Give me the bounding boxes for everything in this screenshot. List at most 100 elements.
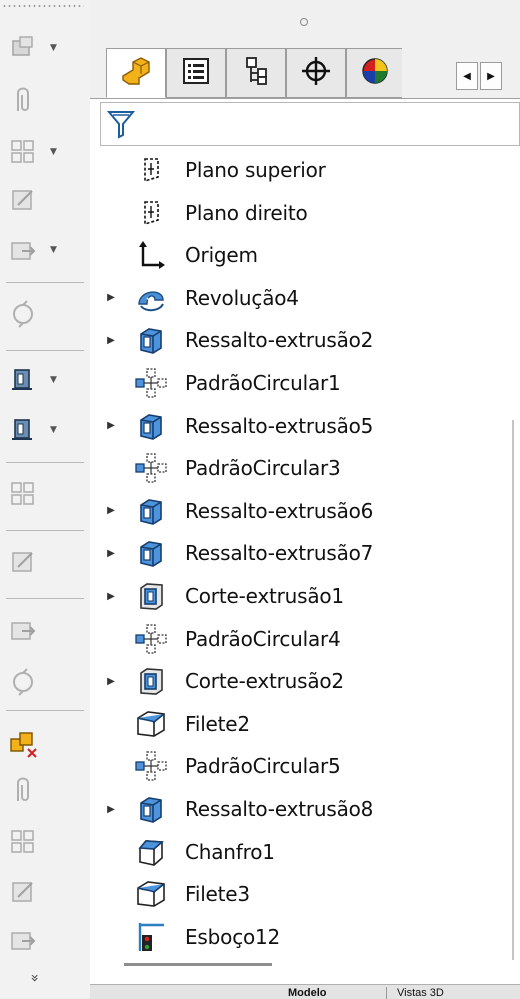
- tab-scroll-right-button[interactable]: ▶: [480, 62, 502, 90]
- fillet-icon: [134, 707, 168, 741]
- view-orientation-button[interactable]: [6, 922, 66, 958]
- fillet-icon: [134, 877, 168, 911]
- dropdown-arrow-icon[interactable]: ▼: [50, 43, 57, 53]
- tree-item[interactable]: ▶ Ressalto-extrusão8: [90, 789, 490, 829]
- tree-item-label: PadrãoCircular1: [185, 371, 341, 395]
- tree-item-label: PadrãoCircular5: [185, 754, 341, 779]
- edit-component-icon: [6, 183, 40, 217]
- dropdown-arrow-icon[interactable]: ▼: [50, 425, 57, 435]
- tree-item[interactable]: PadrãoCircular1: [90, 363, 490, 403]
- tree-item-label: Plano direito: [185, 200, 308, 225]
- insert-part-button[interactable]: ▼: [6, 30, 66, 66]
- tree-item-label: PadrãoCircular4: [185, 626, 341, 651]
- expand-arrow-icon[interactable]: ▶: [106, 334, 116, 346]
- tree-filter-bar[interactable]: [100, 102, 520, 146]
- tree-item[interactable]: ▶ Revolução4: [90, 278, 490, 318]
- toolbar-separator: [6, 710, 84, 711]
- expand-arrow-icon[interactable]: ▶: [106, 292, 116, 304]
- tree-item[interactable]: ▶ Ressalto-extrusão2: [90, 320, 490, 360]
- toolbar-grip[interactable]: [2, 4, 84, 8]
- tab-model[interactable]: Modelo: [288, 987, 327, 999]
- paperclip-button[interactable]: [6, 82, 66, 118]
- color-pie-icon: [360, 56, 390, 90]
- interference-detection-icon: [6, 727, 40, 761]
- tree-item-label: Esboço12: [185, 924, 281, 949]
- tree-item-label: Filete2: [185, 711, 250, 736]
- tab-configuration-manager[interactable]: [226, 48, 286, 98]
- tree-item[interactable]: PadrãoCircular3: [90, 448, 490, 488]
- origin-icon: [134, 238, 168, 272]
- expand-arrow-icon[interactable]: ▶: [106, 420, 116, 432]
- tree-item[interactable]: ▶ Corte-extrusão1: [90, 576, 490, 616]
- tab-3d-views[interactable]: Vistas 3D: [386, 987, 444, 999]
- assembly-button[interactable]: [6, 824, 66, 860]
- smart-mate-button[interactable]: [6, 664, 66, 700]
- tree-item[interactable]: ▶ Corte-extrusão2: [90, 661, 490, 701]
- tree-item[interactable]: Plano direito: [90, 193, 490, 233]
- tree-item[interactable]: PadrãoCircular4: [90, 619, 490, 659]
- tab-display-manager[interactable]: [346, 48, 402, 98]
- tree-item-label: Ressalto-extrusão2: [185, 328, 374, 353]
- edit-component-button[interactable]: [6, 182, 66, 218]
- mate-button[interactable]: [6, 612, 66, 648]
- tab-feature-manager[interactable]: [106, 48, 166, 98]
- expand-arrow-icon[interactable]: ▶: [106, 547, 116, 559]
- tree-item[interactable]: Esboço12: [90, 917, 490, 957]
- expand-arrow-icon[interactable]: ▶: [106, 590, 116, 602]
- feature-manager-panel: ◀ ▶ Plano superior Plano direito Origem ▶ Re…: [90, 0, 520, 998]
- tree-item-label: Chanfro1: [185, 839, 275, 864]
- expand-arrow-icon[interactable]: ▶: [106, 803, 116, 815]
- revolve-icon: [134, 281, 168, 315]
- tab-property-manager[interactable]: [166, 48, 226, 98]
- tab-scroll-left-button[interactable]: ◀: [456, 62, 478, 90]
- tab-dimxpert-manager[interactable]: [286, 48, 346, 98]
- exploded-view-button[interactable]: ▼: [6, 362, 66, 398]
- smart-mate-icon: [6, 665, 40, 699]
- toolbar-separator: [6, 462, 84, 463]
- sketch-icon: [134, 920, 168, 954]
- reference-plane-icon: [6, 413, 40, 447]
- tree-item[interactable]: Origem: [90, 235, 490, 275]
- toolbar-overflow-button[interactable]: »: [26, 974, 42, 983]
- move-component-button[interactable]: ▼: [6, 232, 66, 268]
- plane-icon: [134, 196, 168, 230]
- bottom-tab-strip: Modelo Vistas 3D: [90, 984, 520, 999]
- pattern-grid-button[interactable]: ▼: [6, 134, 66, 170]
- tree-item-label: Ressalto-extrusão8: [185, 797, 374, 821]
- tree-item-label: Filete3: [185, 882, 250, 907]
- reference-plane-button[interactable]: ▼: [6, 412, 66, 448]
- tree-item[interactable]: Filete2: [90, 704, 490, 744]
- configuration-icon: [241, 56, 271, 90]
- tree-item[interactable]: ▶ Ressalto-extrusão5: [90, 406, 490, 446]
- tree-item[interactable]: Filete3: [90, 874, 490, 914]
- tree-item-label: Revolução4: [185, 285, 299, 310]
- dropdown-arrow-icon[interactable]: ▼: [50, 147, 57, 157]
- panel-handle-dot[interactable]: [300, 18, 308, 26]
- dropdown-arrow-icon[interactable]: ▼: [50, 375, 57, 385]
- new-assembly-icon: [6, 875, 40, 909]
- view-orientation-icon: [6, 923, 40, 957]
- tree-item[interactable]: Plano superior: [90, 150, 490, 190]
- tree-item[interactable]: ▶ Ressalto-extrusão7: [90, 533, 490, 573]
- tree-item[interactable]: Chanfro1: [90, 832, 490, 872]
- section-view-button[interactable]: [6, 772, 66, 808]
- tree-item-label: Origem: [185, 243, 258, 268]
- filter-icon[interactable]: [106, 109, 136, 143]
- part-icon: [119, 56, 153, 90]
- circular-pattern-icon: [134, 366, 168, 400]
- new-assembly-button[interactable]: [6, 874, 66, 910]
- interference-detection-button[interactable]: [6, 726, 66, 762]
- bill-of-materials-button[interactable]: [6, 544, 66, 580]
- tree-item[interactable]: PadrãoCircular5: [90, 746, 490, 786]
- tree-item[interactable]: ▶ Ressalto-extrusão6: [90, 491, 490, 531]
- expand-arrow-icon[interactable]: ▶: [106, 675, 116, 687]
- horizontal-scrollbar[interactable]: [124, 963, 272, 966]
- manager-tabs: ◀ ▶: [90, 40, 520, 99]
- gear-settings-button[interactable]: [6, 476, 66, 512]
- vertical-scrollbar[interactable]: [512, 420, 514, 960]
- dropdown-arrow-icon[interactable]: ▼: [50, 245, 57, 255]
- section-view-icon: [6, 773, 40, 807]
- mate-icon: [6, 613, 40, 647]
- expand-arrow-icon[interactable]: ▶: [106, 505, 116, 517]
- rotate-component-button[interactable]: [6, 296, 66, 332]
